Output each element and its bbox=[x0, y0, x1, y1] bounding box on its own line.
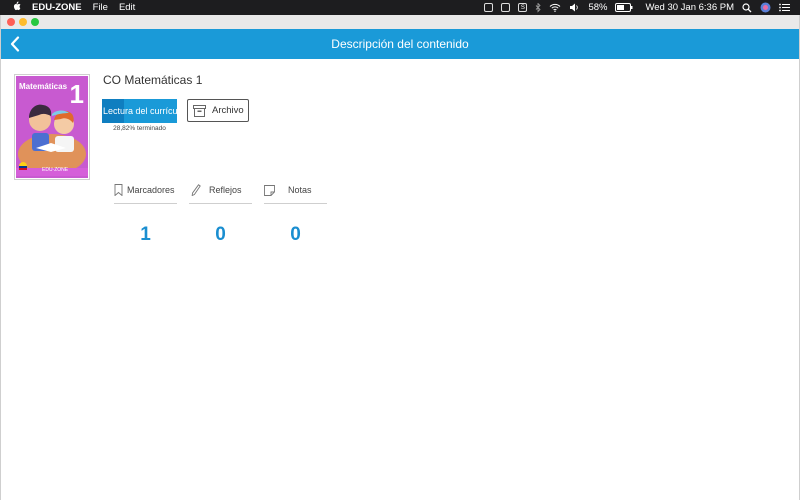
cover-illustration bbox=[16, 104, 88, 176]
archive-button[interactable]: Archivo bbox=[187, 99, 249, 122]
chevron-left-icon bbox=[10, 36, 20, 52]
bluetooth-icon[interactable] bbox=[535, 2, 542, 13]
volume-icon[interactable] bbox=[569, 3, 580, 12]
battery-icon[interactable] bbox=[615, 3, 633, 12]
bookmark-icon bbox=[114, 184, 123, 196]
window-titlebar[interactable] bbox=[1, 15, 799, 29]
cover-brand-logo: EDU·ZONE bbox=[42, 167, 69, 173]
zoom-window-button[interactable] bbox=[31, 18, 39, 26]
read-curriculum-label: Lectura del currículo bbox=[103, 106, 177, 116]
stat-label: Reflejos bbox=[209, 185, 242, 195]
pencil-icon bbox=[191, 184, 201, 196]
apple-icon[interactable] bbox=[12, 1, 21, 14]
status-app-icon-2[interactable] bbox=[501, 3, 511, 12]
skype-icon[interactable]: S bbox=[518, 3, 528, 12]
file-menu[interactable]: File bbox=[93, 2, 108, 13]
stat-label: Notas bbox=[288, 185, 312, 195]
page-header: Descripción del contenido bbox=[1, 29, 799, 59]
app-menu[interactable]: EDU-ZONE bbox=[32, 2, 82, 13]
book-cover[interactable]: Matemáticas 1 EDU·ZONE bbox=[14, 74, 90, 180]
stat-value: 0 bbox=[215, 224, 226, 245]
archive-box-icon bbox=[193, 104, 206, 117]
page-title: Descripción del contenido bbox=[331, 37, 469, 51]
archive-button-label: Archivo bbox=[212, 105, 244, 116]
book-title: CO Matemáticas 1 bbox=[103, 73, 203, 87]
battery-percent[interactable]: 58% bbox=[588, 2, 607, 13]
wifi-icon[interactable] bbox=[549, 3, 561, 12]
note-icon bbox=[264, 184, 275, 196]
stat-highlights[interactable]: Reflejos 0 bbox=[189, 177, 252, 246]
back-button[interactable] bbox=[7, 35, 23, 53]
edit-menu[interactable]: Edit bbox=[119, 2, 135, 13]
notification-center-icon[interactable] bbox=[779, 3, 790, 12]
stat-value: 0 bbox=[290, 224, 301, 245]
minimize-window-button[interactable] bbox=[19, 18, 27, 26]
stat-notes[interactable]: Notas 0 bbox=[264, 177, 327, 246]
read-curriculum-button[interactable]: Lectura del currículo bbox=[102, 99, 177, 123]
clock[interactable]: Wed 30 Jan 6:36 PM bbox=[645, 2, 734, 13]
close-window-button[interactable] bbox=[7, 18, 15, 26]
app-window: Descripción del contenido Matemáticas 1 bbox=[0, 15, 800, 500]
system-menubar: EDU-ZONE File Edit S 58% Wed 30 Jan 6:36… bbox=[0, 0, 800, 15]
spotlight-search-icon[interactable] bbox=[742, 2, 752, 13]
user-avatar-icon[interactable] bbox=[760, 2, 771, 13]
content-area: Matemáticas 1 EDU·ZONE CO Matemáticas 1 … bbox=[1, 59, 799, 499]
stat-label: Marcadores bbox=[127, 185, 175, 195]
status-app-icon-1[interactable] bbox=[484, 3, 494, 12]
progress-text: 28,82% terminado bbox=[113, 125, 166, 132]
stat-bookmarks[interactable]: Marcadores 1 bbox=[114, 177, 177, 246]
stat-value: 1 bbox=[140, 224, 151, 245]
stats-row: Marcadores 1 Reflejos 0 Notas 0 bbox=[114, 177, 339, 246]
